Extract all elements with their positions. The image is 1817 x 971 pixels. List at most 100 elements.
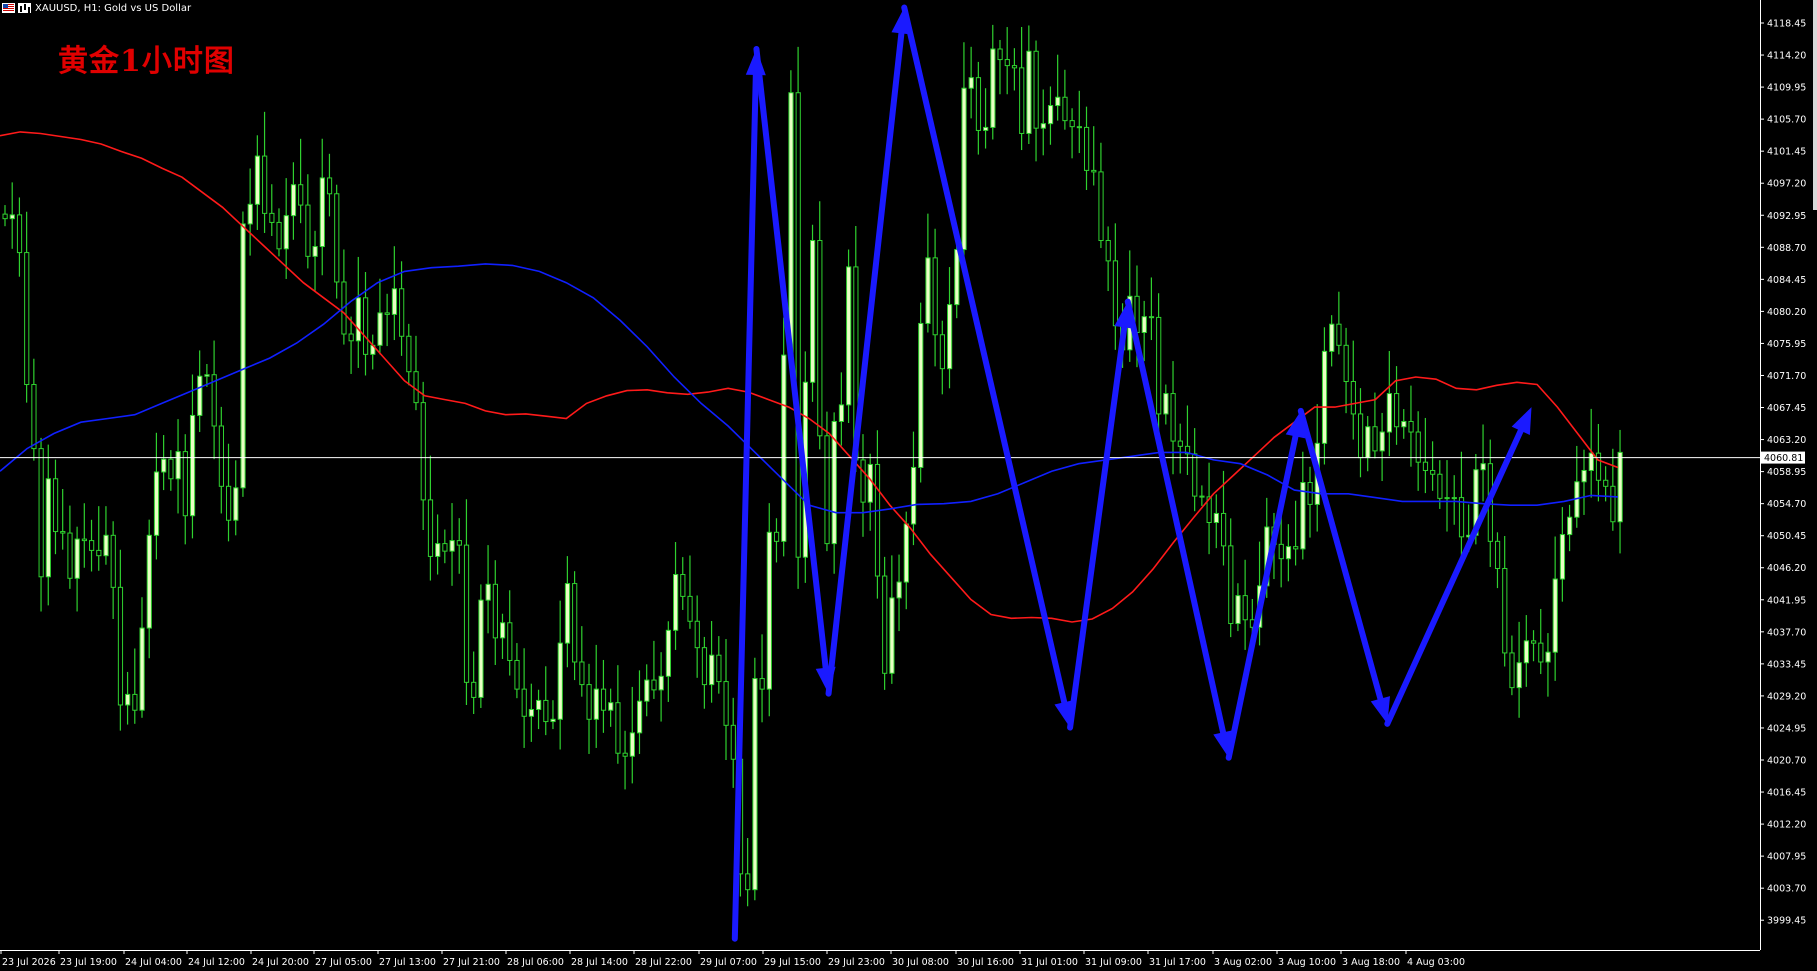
candle-body [435, 543, 441, 557]
candle-body [536, 699, 542, 710]
symbol-label: XAUUSD, H1: Gold vs US Dollar [35, 2, 192, 14]
candle-body [1141, 316, 1147, 333]
time-tick-label: 28 Jul 14:00 [571, 957, 628, 968]
candle-body [298, 184, 304, 206]
candle [752, 657, 758, 901]
candle-body [766, 531, 772, 690]
candle-body [247, 203, 253, 225]
candle-body [168, 458, 174, 480]
candle-body [103, 534, 109, 557]
candle-body [557, 642, 563, 720]
candle-body [471, 681, 477, 698]
candle-body [1220, 512, 1227, 547]
price-tick-label: 4037.70 [1767, 627, 1806, 638]
candle-body [24, 252, 30, 386]
candle-body [81, 538, 88, 542]
candle-body [947, 304, 953, 370]
chart-window-icon [18, 3, 31, 13]
candle-body [399, 288, 405, 337]
candle-body [146, 534, 152, 629]
candle-body [1285, 546, 1292, 560]
candle-body [406, 335, 412, 373]
candle-body [1055, 96, 1061, 107]
candle-body [1350, 381, 1356, 415]
time-tick-label: 30 Jul 08:00 [892, 957, 949, 968]
candle-body [117, 586, 124, 706]
candle-body [1293, 546, 1299, 550]
candle-body [348, 333, 354, 342]
time-tick-label: 24 Jul 04:00 [125, 957, 182, 968]
candle-body [1502, 567, 1508, 654]
candle-body [1523, 640, 1530, 664]
price-chart[interactable]: 4118.45 4114.20 4109.95 4105.70 4101.45 4097.… [0, 0, 1817, 971]
chart-header: XAUUSD, H1: Gold vs US Dollar [2, 1, 191, 15]
candle [478, 584, 484, 708]
candle-body [283, 215, 289, 250]
candle-body [1105, 240, 1111, 262]
candle-body [1552, 578, 1558, 653]
candle-body [918, 322, 924, 468]
candle-body [1430, 469, 1436, 475]
candle-body [795, 92, 801, 558]
candle-body [197, 375, 203, 416]
price-tick-label: 4097.20 [1767, 179, 1806, 190]
candle-body [846, 266, 852, 406]
price-tick-label: 4024.95 [1767, 723, 1806, 734]
candle-body [1084, 126, 1090, 171]
price-tick-label: 4033.45 [1767, 659, 1806, 670]
candle-body [52, 478, 59, 533]
candle-body [456, 540, 462, 546]
candle-body [716, 654, 722, 683]
candle-body [608, 702, 614, 711]
time-tick-label: 29 Jul 07:00 [700, 957, 757, 968]
candle-body [391, 288, 398, 315]
candle-body [867, 463, 873, 503]
time-tick-label: 23 Jul 19:00 [60, 957, 117, 968]
time-tick-label: 23 Jul 2026 [2, 957, 56, 968]
candle-body [384, 312, 390, 315]
candle-body [1509, 652, 1515, 689]
candle-body [572, 583, 578, 663]
price-tick-label: 4058.95 [1767, 467, 1806, 478]
candle-body [218, 425, 225, 487]
candle-body [254, 155, 261, 205]
price-tick-label: 4075.95 [1767, 339, 1806, 350]
candle-body [1336, 323, 1342, 346]
candle-body [759, 678, 765, 690]
us-flag-icon [2, 3, 15, 13]
candle-body [810, 240, 816, 383]
candle-body [1004, 59, 1010, 67]
candle-body [2, 213, 8, 220]
candle-body [564, 583, 571, 644]
price-tick-label: 4016.45 [1767, 788, 1806, 799]
price-tick-label: 4003.70 [1767, 884, 1806, 895]
candle-body [709, 654, 715, 686]
candle-body [1444, 497, 1450, 500]
candle-body [773, 531, 780, 542]
candle-body [1069, 120, 1075, 128]
scrollbar-thumb [1813, 0, 1817, 210]
candle-body [427, 499, 434, 557]
candle-body [1148, 316, 1155, 319]
candle-body [1617, 451, 1623, 523]
price-tick-label: 4029.20 [1767, 691, 1806, 702]
candle-body [1372, 426, 1378, 452]
candle-body [1329, 323, 1335, 352]
time-tick-label: 4 Aug 03:00 [1407, 957, 1465, 968]
candle-body [9, 214, 15, 220]
candle-body [651, 679, 657, 691]
candle-body [752, 678, 758, 891]
price-tick-label: 4012.20 [1767, 820, 1806, 831]
candle [810, 224, 816, 402]
candle-body [968, 77, 974, 89]
candle-body [363, 297, 369, 355]
candle-body [586, 684, 592, 720]
candle-body [89, 540, 95, 551]
candle-body [1047, 105, 1054, 125]
candle-body [1213, 512, 1219, 524]
candle-body [600, 688, 607, 711]
candle-body [182, 451, 188, 517]
time-tick-label: 29 Jul 15:00 [764, 957, 821, 968]
price-tick-label: 4071.70 [1767, 371, 1806, 382]
time-tick-label: 31 Jul 17:00 [1149, 957, 1206, 968]
